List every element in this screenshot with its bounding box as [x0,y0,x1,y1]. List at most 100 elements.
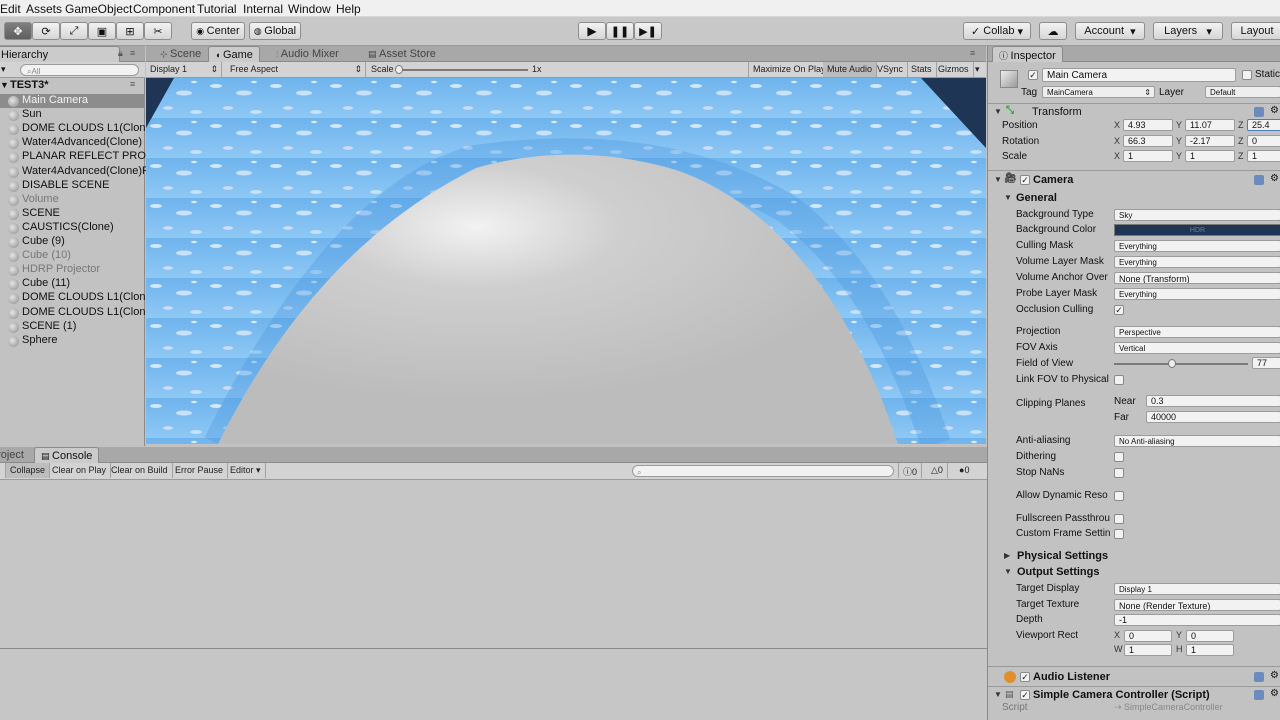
transform-tool-button[interactable]: ⊞ [116,22,144,40]
tab-console[interactable]: ▤ Console [34,447,100,463]
menu-component[interactable]: Component [133,2,195,16]
hierarchy-item[interactable]: Water4Advanced(Clone)F [0,165,149,179]
hierarchy-item[interactable]: DOME CLOUDS L1(Clone) [0,291,155,305]
create-dropdown-icon[interactable]: ▾ [1,64,6,75]
cloud-button[interactable]: ☁ [1039,22,1067,40]
hierarchy-item[interactable]: SCENE [0,207,145,221]
warning-count-toggle[interactable]: △0 [927,463,948,478]
layers-dropdown[interactable]: Layers ▾ [1153,22,1223,40]
general-header[interactable]: ▼ General [988,190,1280,208]
collapse-toggle[interactable]: Collapse [5,463,51,478]
volume-anchor-field[interactable]: None (Transform) [1114,272,1280,284]
error-pause-toggle[interactable]: Error Pause [171,463,229,478]
scale-slider-handle[interactable] [395,65,403,74]
hierarchy-item[interactable]: Cube (10) [0,249,145,263]
hierarchy-search-input[interactable]: ⌕All [20,64,139,76]
tab-audio-mixer[interactable]: ⫶ Audio Mixer [270,46,345,62]
vsync-toggle[interactable]: VSync [873,62,909,77]
scene-menu-icon[interactable]: ≡ [130,79,135,89]
script-enabled-checkbox[interactable]: ✓ [1020,690,1030,700]
panel-menu-icon[interactable]: ≡ [970,48,975,58]
anti-aliasing-dropdown[interactable]: No Anti-aliasing [1114,435,1280,447]
scale-slider[interactable] [398,69,528,71]
viewport-x-field[interactable]: 0 [1124,630,1172,642]
collab-button[interactable]: ✓ Collab ▾ [963,22,1031,40]
static-checkbox[interactable] [1242,70,1252,80]
camera-enabled-checkbox[interactable]: ✓ [1020,175,1030,185]
custom-tool-button[interactable]: ✂ [144,22,172,40]
step-button[interactable]: ▶❚ [634,22,662,40]
hierarchy-item[interactable]: DISABLE SCENE [0,179,145,193]
tab-scene[interactable]: ⊹ Scene [154,46,207,62]
depth-field[interactable]: -1 [1114,614,1280,626]
active-checkbox[interactable]: ✓ [1028,70,1038,80]
help-icon[interactable] [1254,175,1264,185]
aspect-dropdown[interactable]: Free Aspect ⇕ [226,62,366,77]
pivot-global-button[interactable]: ◍ Global [249,22,301,40]
dynamic-resolution-checkbox[interactable] [1114,491,1124,501]
fov-axis-dropdown[interactable]: Vertical [1114,342,1280,354]
editor-dropdown[interactable]: Editor ▾ [226,463,266,478]
pause-button[interactable]: ❚❚ [606,22,634,40]
stats-toggle[interactable]: Stats [907,62,937,77]
clear-on-build-toggle[interactable]: Clear on Build [107,463,173,478]
background-type-dropdown[interactable]: Sky [1114,209,1280,221]
script-field[interactable]: ⇢ SimpleCameraController [1114,702,1280,713]
panel-menu-icon[interactable]: ≡ [130,48,135,58]
rect-tool-button[interactable]: ▣ [88,22,116,40]
tag-dropdown[interactable]: MainCamera ⇕ [1042,86,1155,98]
mute-audio-toggle[interactable]: Mute Audio [823,62,878,77]
dithering-checkbox[interactable] [1114,452,1124,462]
far-clip-field[interactable]: 40000 [1146,411,1280,423]
viewport-w-field[interactable]: 1 [1124,644,1172,656]
scale-y-field[interactable]: 1 [1185,150,1235,162]
help-icon[interactable] [1254,690,1264,700]
help-icon[interactable] [1254,672,1264,682]
pivot-center-button[interactable]: ◉ Center [191,22,245,40]
culling-mask-dropdown[interactable]: Everything [1114,240,1280,252]
position-y-field[interactable]: 11.07 [1185,119,1235,131]
help-icon[interactable] [1254,107,1264,117]
rotation-x-field[interactable]: 66.3 [1123,135,1173,147]
move-tool-button[interactable]: ✥ [4,22,32,40]
settings-gear-icon[interactable]: ⚙ [1270,670,1279,681]
menu-window[interactable]: Window [288,2,331,16]
stop-nans-checkbox[interactable] [1114,468,1124,478]
audio-listener-header[interactable]: ✓ Audio Listener ⚙ [988,669,1280,687]
scene-header-row[interactable]: ▼ TEST3* ≡ [0,79,145,93]
menu-gameobject[interactable]: GameObject [65,2,132,16]
object-name-field[interactable]: Main Camera [1042,68,1236,82]
tab-project[interactable]: Project [0,447,30,463]
position-z-field[interactable]: 25.4 [1247,119,1280,131]
output-settings-header[interactable]: ▼ Output Settings [988,564,1280,582]
volume-layer-mask-dropdown[interactable]: Everything [1114,256,1280,268]
lock-icon[interactable]: 🔒︎ [118,48,123,59]
hierarchy-item[interactable]: SCENE (1) [0,320,145,334]
fov-value-field[interactable]: 77 [1252,357,1280,369]
info-count-toggle[interactable]: ⓘ0 [898,463,923,478]
layer-dropdown[interactable]: Default [1205,86,1280,98]
clear-on-play-toggle[interactable]: Clear on Play [48,463,112,478]
tab-hierarchy[interactable]: Hierarchy [0,46,120,62]
settings-gear-icon[interactable]: ⚙ [1270,173,1279,184]
layout-dropdown[interactable]: Layout [1231,22,1280,40]
audio-listener-checkbox[interactable]: ✓ [1020,672,1030,682]
occlusion-culling-checkbox[interactable]: ✓ [1114,305,1124,315]
console-log-area[interactable] [0,481,987,648]
account-dropdown[interactable]: Account ▾ [1075,22,1145,40]
scale-x-field[interactable]: 1 [1123,150,1173,162]
hierarchy-item[interactable]: DOME CLOUDS L1(Clone) [0,306,155,320]
target-display-dropdown[interactable]: Display 1 [1114,583,1280,595]
hierarchy-item[interactable]: CAUSTICS(Clone) [0,221,145,235]
menu-edit[interactable]: Edit [0,2,21,16]
menu-internal[interactable]: Internal [243,2,283,16]
hierarchy-item[interactable]: Cube (9) [0,235,145,249]
link-fov-checkbox[interactable] [1114,375,1124,385]
maximize-on-play-toggle[interactable]: Maximize On Play [748,62,831,77]
gizmos-dropdown[interactable]: Gizmos [934,62,974,77]
rotation-y-field[interactable]: -2.17 [1185,135,1235,147]
tab-game[interactable]: ◖ Game [208,46,260,62]
probe-layer-mask-dropdown[interactable]: Everything [1114,288,1280,300]
scale-z-field[interactable]: 1 [1247,150,1280,162]
hierarchy-item[interactable]: Water4Advanced(Clone) [0,136,145,150]
